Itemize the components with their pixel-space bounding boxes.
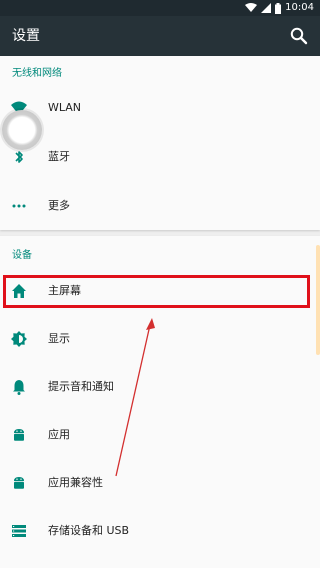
bell-icon — [13, 380, 25, 395]
section-header-wireless: 无线和网络 — [12, 68, 62, 79]
highlight-box — [3, 275, 310, 308]
settings-item-label: 提示音和通知 — [48, 380, 114, 393]
settings-item-app-compatibility[interactable]: 应用兼容性 — [0, 459, 320, 507]
settings-item-label: 应用兼容性 — [48, 476, 103, 489]
overscroll-glow — [316, 245, 320, 355]
settings-item-apps[interactable]: 应用 — [0, 411, 320, 459]
android-icon — [14, 477, 24, 489]
settings-item-label: 蓝牙 — [48, 150, 70, 163]
settings-item-storage[interactable]: 存储设备和 USB — [0, 507, 320, 555]
settings-item-label: WLAN — [48, 101, 82, 114]
settings-item-label: 存储设备和 USB — [48, 524, 130, 537]
settings-item-bluetooth[interactable]: 蓝牙 — [0, 133, 320, 181]
wireless-section: 无线和网络 WLAN 蓝牙 更多 — [0, 56, 320, 230]
storage-icon — [12, 525, 26, 537]
page-title: 设置 — [12, 28, 40, 44]
settings-item-display[interactable]: 显示 — [0, 315, 320, 363]
brightness-icon — [11, 331, 27, 347]
status-icons: 10:04 — [245, 1, 314, 15]
more-icon — [12, 204, 26, 208]
settings-item-more[interactable]: 更多 — [0, 182, 320, 230]
settings-item-label: 更多 — [48, 199, 70, 212]
settings-item-label: 显示 — [48, 332, 70, 345]
bluetooth-icon — [15, 151, 23, 163]
battery-icon — [275, 2, 282, 14]
touch-indicator — [2, 110, 42, 150]
clock: 10:04 — [285, 2, 314, 13]
settings-item-label: 应用 — [48, 428, 70, 441]
cellular-status-icon — [261, 3, 272, 13]
search-icon — [290, 27, 308, 45]
section-header-device: 设备 — [12, 250, 32, 261]
status-bar: 10:04 — [0, 0, 320, 16]
settings-item-notifications[interactable]: 提示音和通知 — [0, 363, 320, 411]
settings-item-wlan[interactable]: WLAN — [0, 84, 320, 132]
app-toolbar: 设置 — [0, 16, 320, 56]
search-button[interactable] — [288, 25, 310, 47]
android-icon — [14, 429, 24, 441]
wifi-status-icon — [245, 3, 258, 12]
